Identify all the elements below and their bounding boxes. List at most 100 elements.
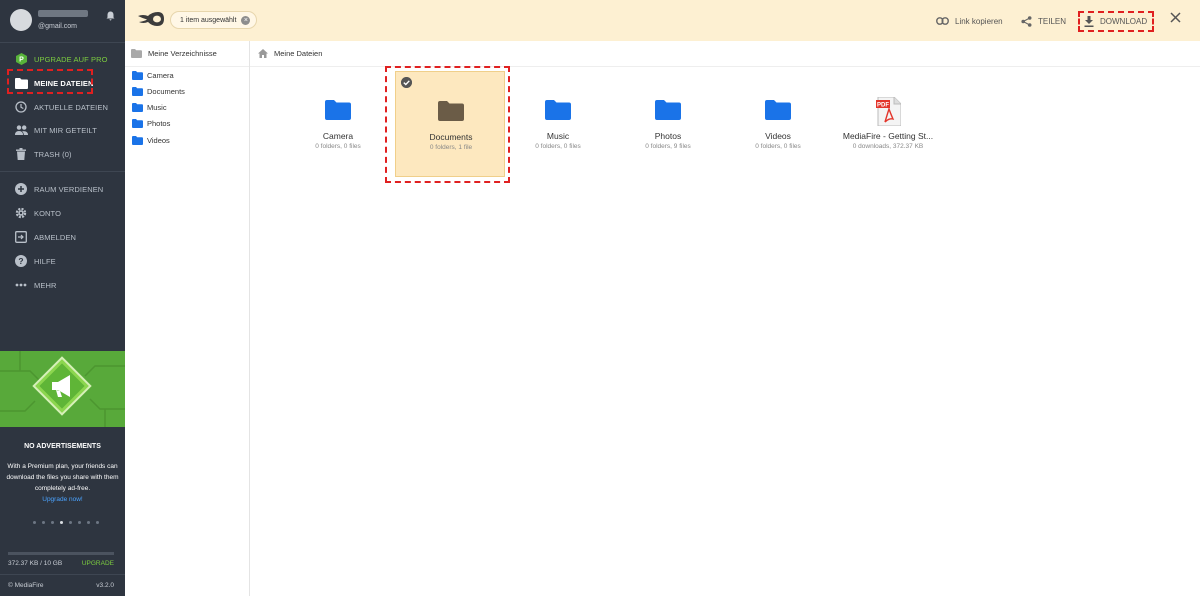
pro-badge-icon: P	[14, 52, 28, 66]
more-dots-icon	[14, 278, 28, 292]
carousel-dot[interactable]	[60, 521, 63, 524]
folder-icon	[655, 100, 681, 120]
carousel-dot[interactable]	[69, 521, 72, 524]
sidebar-item-more[interactable]: MEHR	[14, 277, 56, 293]
sidebar-item-trash[interactable]: TRASH (0)	[14, 146, 72, 162]
file-name: Photos	[654, 131, 682, 141]
file-meta: 0 folders, 0 files	[535, 143, 581, 150]
folder-icon	[132, 135, 143, 145]
copyright: © MediaFire	[8, 582, 44, 589]
file-name: Videos	[765, 131, 791, 141]
folder-icon	[765, 100, 791, 120]
divider	[0, 574, 125, 575]
folder-icon	[545, 100, 571, 120]
highlight-my-files	[7, 69, 93, 94]
trash-icon	[14, 147, 28, 161]
bell-icon[interactable]	[106, 11, 115, 21]
people-icon	[14, 123, 28, 137]
svg-text:P: P	[19, 57, 24, 64]
file-icon-wrap	[503, 100, 613, 120]
upgrade-link[interactable]: UPGRADE	[82, 560, 114, 567]
file-tile[interactable]: PDF MediaFire - Getting St... 0 downloads,…	[833, 71, 943, 177]
selection-toolbar: 1 item ausgewählt × Link kopieren TEILEN…	[125, 0, 1200, 41]
logout-icon	[14, 230, 28, 244]
carousel-dot[interactable]	[78, 521, 81, 524]
folder-icon	[132, 119, 143, 129]
copy-link-button[interactable]: Link kopieren	[936, 14, 1003, 28]
file-icon-wrap	[283, 100, 393, 120]
carousel-dot[interactable]	[87, 521, 90, 524]
folder-tile[interactable]: Photos 0 folders, 9 files	[613, 71, 723, 177]
carousel-dots[interactable]	[33, 521, 99, 524]
breadcrumb: Meine Dateien	[250, 41, 1200, 67]
clear-selection-icon[interactable]: ×	[241, 15, 251, 25]
file-icon-wrap	[613, 100, 723, 120]
folder-icon	[132, 86, 143, 96]
divider	[0, 171, 125, 172]
divider	[0, 42, 125, 43]
file-name: Camera	[322, 131, 354, 141]
file-meta: 0 folders, 0 files	[755, 143, 801, 150]
file-meta: 0 folders, 0 files	[315, 143, 361, 150]
upgrade-pro-link[interactable]: P UPGRADE AUF PRO	[14, 51, 108, 67]
megaphone-icon	[0, 351, 125, 427]
sidebar-item-help[interactable]: ? HILFE	[14, 253, 56, 269]
tree-item[interactable]: Camera	[132, 69, 174, 81]
storage-used: 372.37 KB / 10 GB	[8, 560, 63, 567]
mediafire-logo-icon[interactable]	[137, 11, 165, 28]
folder-tree: Meine Verzeichnisse Camera Documents Music…	[125, 41, 250, 596]
file-icon-wrap: PDF	[833, 97, 943, 126]
file-meta: 0 downloads, 372.37 KB	[852, 143, 924, 150]
user-name-redacted	[38, 10, 88, 17]
tree-root[interactable]: Meine Verzeichnisse	[125, 41, 249, 67]
folder-tile[interactable]: Camera 0 folders, 0 files	[283, 71, 393, 177]
user-email: @gmail.com	[38, 23, 78, 30]
version: v3.2.0	[96, 582, 114, 589]
home-icon[interactable]	[258, 49, 268, 58]
plus-circle-icon	[14, 182, 28, 196]
gear-icon	[14, 206, 28, 220]
folder-icon	[132, 103, 143, 113]
folder-icon	[325, 100, 351, 120]
selection-count-pill: 1 item ausgewählt ×	[170, 11, 258, 29]
tree-item[interactable]: Documents	[132, 85, 185, 97]
file-name: Music	[546, 131, 570, 141]
help-icon: ?	[14, 254, 28, 268]
avatar[interactable]	[10, 9, 32, 31]
sidebar-item-account[interactable]: KONTO	[14, 205, 61, 221]
user-account[interactable]: @gmail.com	[0, 0, 125, 40]
carousel-dot[interactable]	[33, 521, 36, 524]
pdf-file-icon: PDF	[875, 97, 901, 126]
sidebar-item-logout[interactable]: ABMELDEN	[14, 229, 76, 245]
svg-text:?: ?	[18, 256, 23, 266]
folder-icon	[132, 70, 143, 80]
file-meta: 0 folders, 9 files	[645, 143, 691, 150]
share-icon	[1021, 15, 1032, 27]
storage-bar	[8, 552, 114, 555]
tree-item[interactable]: Photos	[132, 118, 170, 130]
tree-item[interactable]: Videos	[132, 134, 170, 146]
svg-text:PDF: PDF	[877, 103, 889, 109]
promo-text: With a Premium plan, your friends can do…	[6, 463, 119, 503]
share-button[interactable]: TEILEN	[1021, 14, 1066, 28]
sidebar-item-recent[interactable]: AKTUELLE DATEIEN	[14, 99, 108, 115]
file-icon-wrap	[723, 100, 833, 120]
highlight-download	[1078, 11, 1154, 32]
sidebar-item-earn-space[interactable]: RAUM VERDIENEN	[14, 181, 103, 197]
tree-item[interactable]: Music	[132, 102, 167, 114]
clock-icon	[14, 100, 28, 114]
close-icon[interactable]	[1170, 12, 1181, 23]
carousel-dot[interactable]	[51, 521, 54, 524]
upgrade-now-link[interactable]: Upgrade now!	[42, 496, 82, 503]
breadcrumb-current[interactable]: Meine Dateien	[274, 49, 322, 58]
folder-tile[interactable]: Videos 0 folders, 0 files	[723, 71, 833, 177]
carousel-dot[interactable]	[96, 521, 99, 524]
promo-title: NO ADVERTISEMENTS	[24, 443, 101, 450]
highlight-selected-folder	[385, 66, 510, 183]
folder-icon	[131, 49, 142, 58]
promo-banner[interactable]	[0, 351, 125, 427]
sidebar-item-shared[interactable]: MIT MIR GETEILT	[14, 122, 97, 138]
folder-tile[interactable]: Music 0 folders, 0 files	[503, 71, 613, 177]
carousel-dot[interactable]	[42, 521, 45, 524]
file-name: MediaFire - Getting St...	[842, 131, 934, 141]
